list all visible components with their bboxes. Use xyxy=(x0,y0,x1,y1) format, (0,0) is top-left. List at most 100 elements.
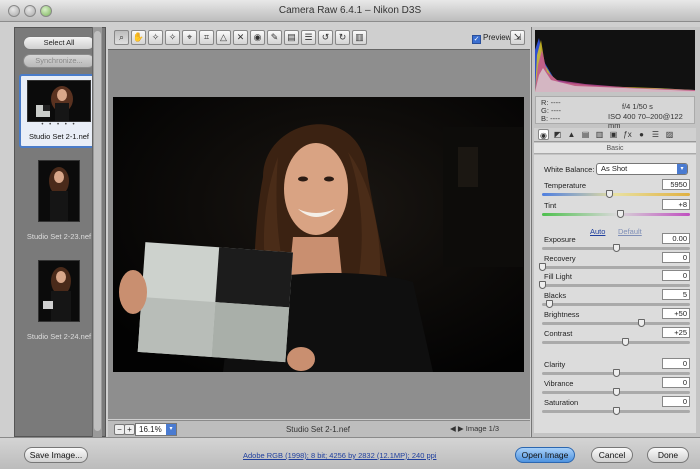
default-link[interactable]: Default xyxy=(618,227,642,236)
workflow-options-link[interactable]: Adobe RGB (1998); 8 bit; 4256 by 2832 (1… xyxy=(243,451,436,460)
next-image-button[interactable]: ▶ xyxy=(458,424,464,433)
snapshots-tab-icon[interactable]: ▨ xyxy=(664,129,675,140)
crop-icon[interactable]: ⌗ xyxy=(199,30,214,45)
blue-readout: B: ---- xyxy=(541,114,561,123)
rating-stars[interactable]: • • • • • xyxy=(21,122,97,128)
slider-knob[interactable] xyxy=(621,338,629,346)
preferences-icon[interactable]: ☰ xyxy=(301,30,316,45)
camera-calibration-tab-icon[interactable]: ● xyxy=(636,129,647,140)
clarity-value-field[interactable]: 0 xyxy=(662,358,690,369)
presets-tab-icon[interactable]: ☰ xyxy=(650,129,661,140)
slider-knob[interactable] xyxy=(539,281,546,289)
lens-corrections-tab-icon[interactable]: ▣ xyxy=(608,129,619,140)
hsl-tab-icon[interactable]: ▤ xyxy=(580,129,591,140)
brightness-slider[interactable] xyxy=(542,319,690,327)
rotate-ccw-icon[interactable]: ↺ xyxy=(318,30,333,45)
saturation-value-field[interactable]: 0 xyxy=(662,396,690,407)
fill-light-value-field[interactable]: 0 xyxy=(662,270,690,281)
cancel-button[interactable]: Cancel xyxy=(591,447,633,463)
spot-removal-icon[interactable]: ✕ xyxy=(233,30,248,45)
hand-icon[interactable]: ✋ xyxy=(131,30,146,45)
eyedropper-icon[interactable]: ✧ xyxy=(148,30,163,45)
current-filename: Studio Set 2-1.nef xyxy=(285,425,351,434)
target-adjust-icon[interactable]: ⌖ xyxy=(182,30,197,45)
temperature-value-field[interactable]: 5950 xyxy=(662,179,690,190)
slider-knob[interactable] xyxy=(613,388,620,396)
zoom-in-button[interactable]: + xyxy=(124,424,135,435)
detail-tab-icon[interactable]: ▲ xyxy=(566,129,577,140)
blacks-slider[interactable] xyxy=(542,300,690,308)
recovery-slider[interactable] xyxy=(539,263,690,271)
previous-image-button[interactable]: ◀ xyxy=(450,424,456,433)
fullscreen-icon[interactable]: ⇲ xyxy=(510,30,525,45)
filmstrip-item[interactable]: Studio Set 2-24.nef xyxy=(19,256,99,346)
temperature-label: Temperature xyxy=(544,181,587,190)
select-all-button[interactable]: Select All xyxy=(23,36,95,50)
red-eye-icon[interactable]: ◉ xyxy=(250,30,265,45)
filmstrip-scrollbar[interactable] xyxy=(92,27,102,437)
preview-checkbox[interactable]: ✓ xyxy=(472,35,481,44)
photo-preview[interactable] xyxy=(113,97,524,372)
tone-curve-tab-icon[interactable]: ◩ xyxy=(552,129,563,140)
brightness-label: Brightness xyxy=(544,310,580,319)
slider-knob[interactable] xyxy=(613,369,620,377)
auto-link[interactable]: Auto xyxy=(590,227,605,236)
image-index: Image 1/3 xyxy=(465,424,500,433)
zoom-level-value: 16.1% xyxy=(139,425,162,434)
exposure-slider[interactable] xyxy=(542,244,690,252)
fill-light-label: Fill Light xyxy=(544,272,572,281)
thumbnail-image xyxy=(27,80,91,122)
fill-light-slider[interactable] xyxy=(539,281,690,289)
brightness-value-field[interactable]: +50 xyxy=(662,308,690,319)
adjustment-brush-icon[interactable]: ✎ xyxy=(267,30,282,45)
split-toning-tab-icon[interactable]: ▥ xyxy=(594,129,605,140)
blacks-value-field[interactable]: 5 xyxy=(662,289,690,300)
tool-bar: ⌕ ✋ ✧ ✧ ⌖ ⌗ △ ✕ ◉ ✎ ▤ ☰ ↺ ↻ ▥ xyxy=(108,28,530,48)
tint-label: Tint xyxy=(544,201,557,210)
slider-knob[interactable] xyxy=(613,407,620,415)
effects-tab-icon[interactable]: ƒx xyxy=(622,129,633,140)
filmstrip-item[interactable]: Studio Set 2-23.nef xyxy=(19,156,99,241)
filmstrip-item-label: Studio Set 2-1.nef xyxy=(28,132,90,141)
slider-knob[interactable] xyxy=(539,263,546,271)
slider-knob[interactable] xyxy=(638,319,646,327)
zoom-level-select[interactable]: 16.1% ▾ xyxy=(135,423,177,436)
rotate-cw-icon[interactable]: ↻ xyxy=(335,30,350,45)
histogram xyxy=(535,30,695,92)
zoom-icon[interactable]: ⌕ xyxy=(114,30,129,45)
bottom-bar: Save Image... Adobe RGB (1998); 8 bit; 4… xyxy=(0,437,700,469)
image-navigator: ◀ ▶ Image 1/3 xyxy=(450,424,499,433)
basic-controls: White Balance: As Shot ▾ Auto Default Te… xyxy=(534,155,696,433)
recovery-value-field[interactable]: 0 xyxy=(662,252,690,263)
tint-slider[interactable] xyxy=(542,210,690,218)
vibrance-slider[interactable] xyxy=(542,388,690,396)
slider-knob[interactable] xyxy=(617,210,625,218)
basic-tab-icon[interactable]: ◉ xyxy=(538,129,549,140)
contrast-slider[interactable] xyxy=(542,338,690,346)
synchronize-button[interactable]: Synchronize... xyxy=(23,54,95,68)
saturation-label: Saturation xyxy=(544,398,579,407)
open-image-button[interactable]: Open Image xyxy=(515,447,575,463)
white-balance-select[interactable]: As Shot ▾ xyxy=(596,163,688,175)
temperature-slider[interactable] xyxy=(542,190,690,198)
slider-knob[interactable] xyxy=(546,300,554,308)
chevron-down-icon: ▾ xyxy=(166,424,176,435)
clarity-slider[interactable] xyxy=(542,369,690,377)
rgb-readout: R: ---- G: ---- B: ---- xyxy=(541,99,561,123)
color-sampler-icon[interactable]: ✧ xyxy=(165,30,180,45)
filmstrip-item[interactable]: • • • • • Studio Set 2-1.nef xyxy=(19,74,99,148)
slider-knob[interactable] xyxy=(605,190,613,198)
contrast-value-field[interactable]: +25 xyxy=(662,327,690,338)
vibrance-value-field[interactable]: 0 xyxy=(662,377,690,388)
tint-value-field[interactable]: +8 xyxy=(662,199,690,210)
done-button[interactable]: Done xyxy=(647,447,689,463)
slider-knob[interactable] xyxy=(613,244,620,252)
straighten-icon[interactable]: △ xyxy=(216,30,231,45)
window-title: Camera Raw 6.4.1 – Nikon D3S xyxy=(278,5,422,16)
exposure-value-field[interactable]: 0.00 xyxy=(662,233,690,244)
preview-toggle[interactable]: ✓ Preview xyxy=(472,33,511,44)
graduated-filter-icon[interactable]: ▤ xyxy=(284,30,299,45)
trash-icon[interactable]: ▥ xyxy=(352,30,367,45)
saturation-slider[interactable] xyxy=(542,407,690,415)
save-image-button[interactable]: Save Image... xyxy=(24,447,88,463)
